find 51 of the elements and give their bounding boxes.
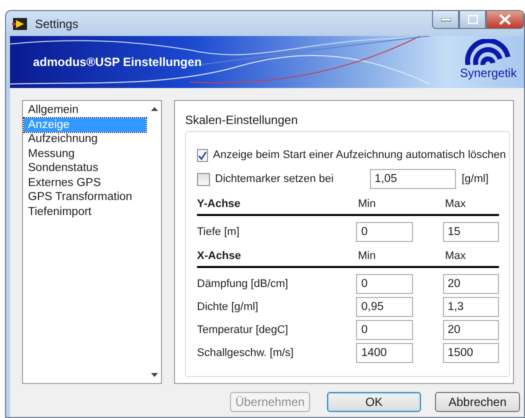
- field-label: Tiefe [m]: [197, 226, 240, 238]
- scroll-down-icon[interactable]: [150, 373, 158, 377]
- minimize-button[interactable]: [432, 11, 459, 29]
- input-field[interactable]: 0: [356, 222, 413, 242]
- checkbox-label: Dichtemarker setzen bei: [215, 173, 334, 185]
- list-item[interactable]: Allgemein: [24, 103, 146, 118]
- window-title: Settings: [35, 16, 78, 30]
- signal-arcs-icon: [465, 39, 512, 65]
- list-item[interactable]: Aufzeichnung: [24, 132, 146, 146]
- column-header: Min: [358, 250, 377, 262]
- input-field[interactable]: 1500: [442, 343, 499, 363]
- dialog-button[interactable]: OK: [327, 392, 421, 412]
- app-icon: [12, 16, 28, 30]
- scroll-up-icon[interactable]: [150, 107, 158, 111]
- input-field[interactable]: 1,05: [370, 169, 456, 189]
- group-title: Skalen-Einstellungen: [185, 113, 298, 127]
- maximize-icon: [468, 15, 478, 24]
- dialog-button[interactable]: Abbrechen: [435, 392, 520, 412]
- close-icon: [499, 14, 511, 25]
- checkbox-label: Anzeige beim Start einer Aufzeichnung automatisch löschen: [213, 149, 506, 161]
- column-header: Min: [358, 198, 377, 210]
- field-label: Schallgeschw. [m/s]: [197, 347, 295, 359]
- section-title: X-Achse: [197, 250, 242, 262]
- checkbox[interactable]: [197, 172, 210, 186]
- field-label: Temperatur [degC]: [197, 324, 290, 336]
- field-label: Dichte [g/ml]: [197, 301, 260, 313]
- banner-title: admodus®USP Einstellungen: [33, 55, 202, 69]
- section-title: Y-Achse: [197, 198, 242, 210]
- close-button[interactable]: [486, 11, 524, 29]
- checkmark-icon: [198, 150, 207, 160]
- list-item[interactable]: Messung: [24, 146, 146, 161]
- input-field[interactable]: 0,95: [356, 297, 413, 317]
- input-field[interactable]: 0: [356, 274, 413, 294]
- field-label: Dämpfung [dB/cm]: [197, 278, 290, 290]
- logo-text: Synergetik: [460, 66, 517, 80]
- list-item[interactable]: Tiefenimport: [24, 204, 146, 219]
- input-field[interactable]: 1400: [356, 343, 413, 363]
- column-header: Max: [445, 250, 466, 262]
- column-header: Max: [445, 198, 466, 210]
- checkbox[interactable]: [197, 148, 208, 162]
- minimize-icon: [440, 18, 450, 22]
- input-field[interactable]: 0: [356, 320, 413, 340]
- input-field[interactable]: 15: [442, 222, 499, 242]
- input-field[interactable]: 20: [442, 274, 499, 294]
- unit-label: [g/ml]: [462, 173, 489, 185]
- list-item[interactable]: Sondenstatus: [24, 161, 146, 176]
- list-item[interactable]: GPS Transformation: [24, 190, 146, 204]
- input-field[interactable]: 20: [442, 320, 499, 340]
- maximize-button[interactable]: [459, 11, 486, 29]
- list-item[interactable]: Externes GPS: [24, 176, 146, 190]
- input-field[interactable]: 1,3: [442, 297, 499, 317]
